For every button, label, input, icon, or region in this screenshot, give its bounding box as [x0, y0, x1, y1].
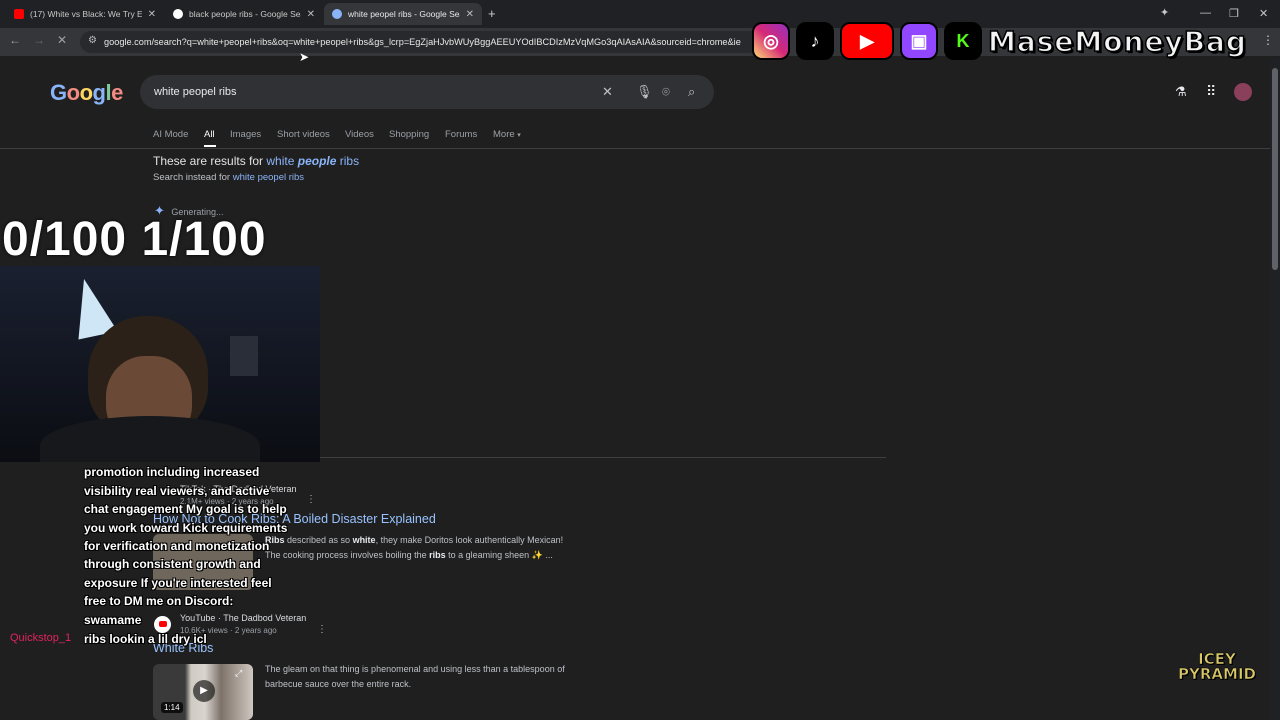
spelling-correction: These are results for white people ribs	[153, 154, 359, 168]
result-1-snippet-1: Ribs described as so white, they make Do…	[265, 535, 563, 545]
search-instead-prefix: Search instead for	[153, 172, 231, 183]
jersey-on-wall-image	[230, 336, 258, 376]
result-2-snippet-2: barbecue sauce over the entire rack.	[265, 679, 412, 689]
stop-loading-icon[interactable]: ✕	[57, 33, 67, 47]
chat-message: ribs lookin a lil dry icl	[84, 632, 207, 646]
mouse-cursor-icon: ➤	[299, 50, 310, 64]
result-1-menu-icon[interactable]: ⋮	[306, 494, 316, 505]
tab-title: black people ribs - Google Sear	[189, 9, 301, 19]
chat-line-3: chat engagement My goal is to help	[84, 502, 287, 516]
browser-tab-3-active[interactable]: white peopel ribs - Google Sear ✕	[324, 3, 482, 25]
snippet-text: , they make Doritos look authentically M…	[375, 535, 564, 545]
chat-line-8: free to DM me on Discord:	[84, 594, 234, 608]
instagram-icon: ◎	[752, 22, 790, 60]
header-divider	[0, 148, 1280, 149]
play-icon[interactable]: ▶	[193, 680, 215, 702]
forward-arrow-icon[interactable]: →	[33, 33, 45, 47]
snippet-bold-white: white	[352, 535, 376, 545]
corrected-query-link[interactable]: white people ribs	[266, 154, 359, 168]
result-2-snippet-1: The gleam on that thing is phenomenal an…	[265, 664, 565, 674]
snippet-bold-ribs: ribs	[429, 550, 446, 560]
address-bar[interactable]: ⚙ google.com/search?q=white+peopel+ribs&…	[80, 31, 760, 53]
microphone-icon[interactable]: 🎙	[636, 84, 653, 100]
youtube-favicon-icon	[14, 9, 24, 19]
snippet-text: The cooking process involves boiling the	[265, 550, 430, 560]
corrected-word-3: ribs	[339, 154, 360, 168]
chat-line-7: exposure If you're interested feel	[84, 576, 272, 590]
new-tab-button[interactable]: +	[488, 6, 496, 21]
url-text: google.com/search?q=white+peopel+ribs&oq…	[104, 37, 741, 47]
lens-icon[interactable]: ⌾	[662, 84, 670, 100]
browser-tab-1[interactable]: (17) White vs Black: We Try Each ✕	[6, 3, 164, 25]
result-2-thumbnail[interactable]: ▶ ⤢ 1:14	[153, 664, 253, 720]
tab-more-label: More	[493, 129, 515, 140]
brand-line-2: PYRAMID	[1178, 665, 1257, 683]
close-tab-icon[interactable]: ✕	[148, 9, 156, 20]
apps-grid-icon[interactable]: ⠿	[1206, 83, 1216, 100]
active-tab-indicator	[204, 145, 216, 147]
chat-line-1: promotion including increased	[84, 465, 260, 479]
snippet-text: to a gleaming sheen ✨ ...	[445, 550, 553, 560]
scrollbar-thumb[interactable]	[1272, 68, 1278, 270]
corrected-word-2: people	[297, 154, 337, 168]
stream-counter: 0/100 1/100	[2, 213, 267, 266]
chevron-down-icon: ▾	[517, 132, 521, 139]
chat-username: Quickstop_1	[10, 632, 72, 644]
webcam-feed	[0, 266, 320, 462]
original-query-link[interactable]: white peopel ribs	[233, 172, 304, 183]
clear-search-icon[interactable]: ✕	[602, 84, 613, 100]
labs-flask-icon[interactable]: ⚗	[1175, 84, 1187, 100]
corrected-word-1: white	[266, 154, 295, 168]
search-input[interactable]: white peopel ribs	[154, 86, 237, 98]
loading-favicon-icon	[332, 9, 342, 19]
tab-all[interactable]: All	[204, 129, 215, 140]
screen: (17) White vs Black: We Try Each ✕ black…	[0, 0, 1280, 720]
chat-line-9: swamame	[84, 613, 142, 627]
google-favicon-icon	[173, 9, 183, 19]
tiktok-icon: ♪	[796, 22, 834, 60]
tab-more[interactable]: More ▾	[493, 129, 521, 140]
tab-images[interactable]: Images	[230, 129, 261, 140]
snippet-text: described as so	[284, 535, 353, 545]
social-overlay: ◎ ♪ ▶ ▣ K MaseMoneyBag	[752, 18, 1267, 64]
tab-ai-mode[interactable]: AI Mode	[153, 129, 188, 140]
icey-pyramid-logo: ICEY PYRAMID	[1178, 651, 1257, 683]
tab-title: (17) White vs Black: We Try Each	[30, 9, 142, 19]
chat-line-6: through consistent growth and	[84, 557, 261, 571]
result-2-source[interactable]: YouTube · The Dadbod Veteran	[180, 613, 306, 623]
chat-line-5: for verification and monetization	[84, 539, 270, 553]
chat-line-2: visibility real viewers, and active	[84, 484, 270, 498]
close-tab-icon[interactable]: ✕	[466, 9, 474, 20]
result-2-menu-icon[interactable]: ⋮	[317, 624, 327, 635]
chat-line-4: you work toward Kick requirements	[84, 521, 288, 535]
site-info-icon[interactable]: ⚙	[88, 35, 97, 46]
result-1-snippet-2: The cooking process involves boiling the…	[265, 550, 553, 561]
video-duration: 1:14	[161, 702, 183, 713]
tab-forums[interactable]: Forums	[445, 129, 477, 140]
expand-icon[interactable]: ⤢	[235, 668, 242, 679]
tab-short-videos[interactable]: Short videos	[277, 129, 330, 140]
google-logo[interactable]: Google	[50, 80, 123, 106]
youtube-icon: ▶	[840, 22, 894, 60]
streamer-handle: MaseMoneyBag	[987, 24, 1247, 59]
kick-icon: K	[944, 22, 982, 60]
close-tab-icon[interactable]: ✕	[307, 9, 315, 20]
browser-tab-2[interactable]: black people ribs - Google Sear ✕	[165, 3, 323, 25]
section-divider	[320, 457, 886, 458]
twitch-icon: ▣	[900, 22, 938, 60]
correction-prefix: These are results for	[153, 154, 264, 168]
search-instead: Search instead for white peopel ribs	[153, 172, 304, 183]
tab-shopping[interactable]: Shopping	[389, 129, 429, 140]
avatar[interactable]	[1234, 83, 1252, 101]
tab-videos[interactable]: Videos	[345, 129, 374, 140]
youtube-source-icon	[154, 616, 171, 633]
back-arrow-icon[interactable]: ←	[9, 33, 21, 47]
tab-title: white peopel ribs - Google Sear	[348, 9, 460, 19]
search-icon[interactable]: ⌕	[688, 84, 695, 100]
